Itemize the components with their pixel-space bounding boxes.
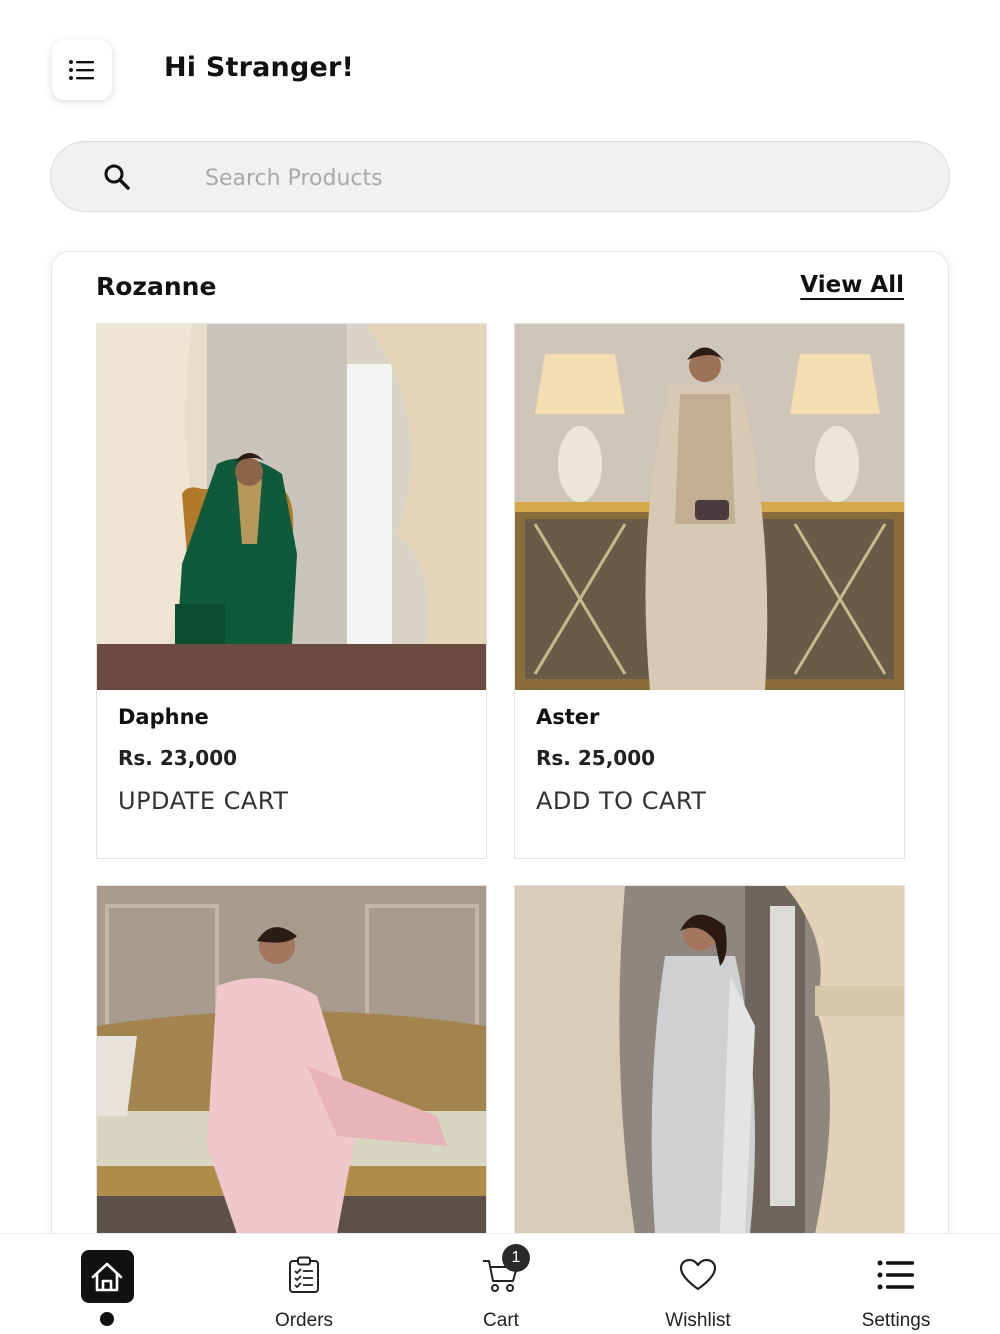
product-name: Daphne: [118, 705, 209, 729]
product-section: Rozanne View All Daphne Rs. 23,000 UPDAT…: [51, 251, 949, 1334]
product-image[interactable]: [515, 886, 904, 1234]
home-button[interactable]: [80, 1250, 134, 1303]
nav-label: Wishlist: [665, 1310, 731, 1331]
list-icon: [877, 1260, 914, 1290]
view-all-link[interactable]: View All: [800, 272, 904, 298]
product-image[interactable]: [515, 324, 904, 690]
heart-icon: [679, 1258, 717, 1291]
product-card-daphne[interactable]: Daphne Rs. 23,000 UPDATE CART: [96, 323, 487, 859]
home-icon: [91, 1262, 123, 1291]
product-name: Aster: [536, 705, 600, 729]
product-card-aster[interactable]: Aster Rs. 25,000 ADD TO CART: [514, 323, 905, 859]
update-cart-button[interactable]: UPDATE CART: [118, 787, 288, 815]
search-bar[interactable]: [50, 141, 950, 212]
add-to-cart-button[interactable]: ADD TO CART: [536, 787, 706, 815]
nav-label: Orders: [274, 1310, 334, 1331]
nav-item-settings[interactable]: Settings: [796, 1234, 996, 1334]
product-card[interactable]: [96, 885, 487, 1285]
product-price: Rs. 23,000: [118, 746, 238, 770]
bottom-nav: Orders 1 Cart Wishlist Settings: [0, 1233, 1000, 1334]
nav-label: Cart: [483, 1310, 519, 1331]
nav-item-orders[interactable]: Orders: [204, 1234, 404, 1334]
product-price: Rs. 25,000: [536, 746, 656, 770]
menu-button[interactable]: [52, 40, 112, 100]
product-card[interactable]: [514, 885, 905, 1285]
nav-item-wishlist[interactable]: Wishlist: [598, 1234, 798, 1334]
cart-count-badge: 1: [502, 1244, 530, 1272]
nav-item-cart[interactable]: 1 Cart: [401, 1234, 601, 1334]
search-input[interactable]: [205, 158, 905, 198]
greeting-title: Hi Stranger!: [164, 52, 355, 83]
clipboard-icon: [289, 1256, 319, 1293]
product-image[interactable]: [97, 886, 486, 1234]
active-indicator: [100, 1312, 114, 1326]
product-image[interactable]: [97, 324, 486, 690]
list-menu-icon: [69, 60, 94, 80]
nav-label: Settings: [861, 1310, 931, 1331]
search-icon: [104, 164, 130, 190]
nav-item-home[interactable]: [7, 1234, 207, 1334]
section-title: Rozanne: [96, 272, 217, 301]
